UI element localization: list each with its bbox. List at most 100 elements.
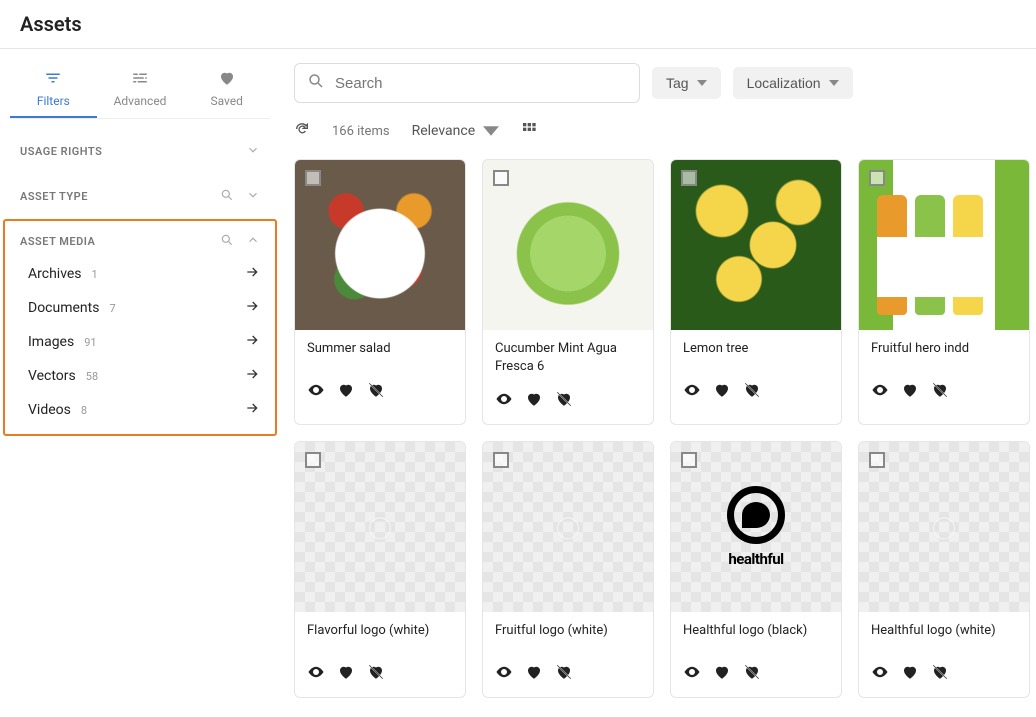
- select-checkbox[interactable]: [869, 170, 885, 186]
- media-label: Vectors: [28, 368, 76, 384]
- asset-title: Fruitful logo (white): [495, 622, 641, 640]
- main: Tag Localization 166 items Relevance Sum…: [280, 49, 1036, 712]
- btn-label: Tag: [666, 75, 689, 91]
- toolbar: 166 items Relevance: [294, 121, 1036, 141]
- select-checkbox[interactable]: [493, 170, 509, 186]
- topbar: Tag Localization: [294, 63, 1036, 103]
- tag-dropdown[interactable]: Tag: [652, 67, 721, 99]
- media-item-archives[interactable]: Archives1: [20, 264, 260, 284]
- caret-down-icon: [829, 78, 839, 88]
- heart-off-icon[interactable]: [367, 381, 385, 403]
- search-icon[interactable]: [220, 233, 234, 250]
- heart-icon: [218, 69, 236, 90]
- media-label: Images: [28, 334, 74, 350]
- filter-usage-rights[interactable]: USAGE RIGHTS: [0, 129, 280, 174]
- asset-thumbnail[interactable]: [859, 160, 1029, 330]
- heart-icon[interactable]: [713, 381, 731, 403]
- heart-off-icon[interactable]: [555, 390, 573, 412]
- media-count: 8: [81, 404, 87, 417]
- search-box[interactable]: [294, 63, 640, 103]
- filter-asset-type[interactable]: ASSET TYPE: [0, 174, 280, 219]
- item-count: 166 items: [332, 124, 390, 139]
- heart-off-icon[interactable]: [931, 663, 949, 685]
- asset-card[interactable]: Lemon tree: [670, 159, 842, 425]
- media-count: 58: [86, 370, 98, 383]
- arrow-right-icon: [244, 400, 260, 420]
- filter-label: ASSET TYPE: [20, 190, 88, 203]
- media-item-videos[interactable]: Videos 8: [20, 400, 260, 420]
- asset-thumbnail[interactable]: healthful: [671, 442, 841, 612]
- refresh-button[interactable]: [294, 121, 310, 141]
- search-input[interactable]: [335, 75, 627, 92]
- asset-card[interactable]: Cucumber Mint Agua Fresca 6: [482, 159, 654, 425]
- heart-icon[interactable]: [337, 663, 355, 685]
- tab-advanced[interactable]: Advanced: [97, 61, 184, 118]
- media-label: Videos: [28, 402, 71, 418]
- sliders-icon: [131, 69, 149, 90]
- filter-icon: [44, 69, 62, 90]
- arrow-right-icon: [244, 366, 260, 386]
- media-item-vectors[interactable]: Vectors 58: [20, 366, 260, 386]
- eye-icon[interactable]: [683, 381, 701, 403]
- eye-icon[interactable]: [307, 381, 325, 403]
- heart-icon[interactable]: [337, 381, 355, 403]
- asset-card[interactable]: Fruitful hero indd: [858, 159, 1030, 425]
- asset-thumbnail[interactable]: [295, 160, 465, 330]
- heart-icon[interactable]: [901, 381, 919, 403]
- asset-grid: Summer salad Cucumber Mint Agua Fresca 6 L…: [294, 159, 1036, 698]
- filter-label: ASSET MEDIA: [20, 235, 95, 248]
- eye-icon[interactable]: [683, 663, 701, 685]
- search-icon[interactable]: [220, 188, 234, 205]
- heart-off-icon[interactable]: [555, 663, 573, 685]
- sidebar-tabs: Filters Advanced Saved: [10, 61, 270, 119]
- asset-card[interactable]: healthfulHealthful logo (black): [670, 441, 842, 698]
- media-item-documents[interactable]: Documents7: [20, 298, 260, 318]
- asset-thumbnail[interactable]: [671, 160, 841, 330]
- asset-card[interactable]: ◯ Fruitful logo (white): [482, 441, 654, 698]
- media-count: 1: [92, 268, 98, 281]
- asset-title: Cucumber Mint Agua Fresca 6: [495, 340, 641, 376]
- heart-icon[interactable]: [901, 663, 919, 685]
- media-item-images[interactable]: Images91: [20, 332, 260, 352]
- btn-label: Localization: [747, 75, 821, 91]
- eye-icon[interactable]: [495, 390, 513, 412]
- tab-saved[interactable]: Saved: [183, 61, 270, 118]
- heart-off-icon[interactable]: [367, 663, 385, 685]
- asset-title: Healthful logo (white): [871, 622, 1017, 640]
- asset-title: Flavorful logo (white): [307, 622, 453, 640]
- heart-off-icon[interactable]: [743, 381, 761, 403]
- asset-thumbnail[interactable]: ◯: [483, 442, 653, 612]
- eye-icon[interactable]: [495, 663, 513, 685]
- asset-card[interactable]: Summer salad: [294, 159, 466, 425]
- media-count: 7: [109, 302, 115, 315]
- heart-icon[interactable]: [525, 663, 543, 685]
- tab-filters[interactable]: Filters: [10, 61, 97, 118]
- select-checkbox[interactable]: [869, 452, 885, 468]
- localization-dropdown[interactable]: Localization: [733, 67, 853, 99]
- asset-thumbnail[interactable]: [483, 160, 653, 330]
- select-checkbox[interactable]: [681, 452, 697, 468]
- select-checkbox[interactable]: [493, 452, 509, 468]
- sort-dropdown[interactable]: Relevance: [412, 123, 500, 139]
- asset-thumbnail[interactable]: ◯: [859, 442, 1029, 612]
- select-checkbox[interactable]: [305, 170, 321, 186]
- asset-card[interactable]: ◯ Healthful logo (white): [858, 441, 1030, 698]
- grid-view-button[interactable]: [521, 121, 537, 141]
- select-checkbox[interactable]: [681, 170, 697, 186]
- eye-icon[interactable]: [307, 663, 325, 685]
- asset-card[interactable]: ◯ Flavorful logo (white): [294, 441, 466, 698]
- heart-icon[interactable]: [713, 663, 731, 685]
- asset-media-list: Archives1 Documents7 Images91 Vectors 58 Vide…: [20, 264, 260, 420]
- select-checkbox[interactable]: [305, 452, 321, 468]
- layout: Filters Advanced Saved USAGE RIGHTS ASSE…: [0, 49, 1036, 712]
- heart-off-icon[interactable]: [931, 381, 949, 403]
- chevron-down-icon: [246, 188, 260, 205]
- sort-label: Relevance: [412, 123, 476, 139]
- heart-icon[interactable]: [525, 390, 543, 412]
- heart-off-icon[interactable]: [743, 663, 761, 685]
- eye-icon[interactable]: [871, 381, 889, 403]
- caret-down-icon: [697, 78, 707, 88]
- asset-thumbnail[interactable]: ◯: [295, 442, 465, 612]
- eye-icon[interactable]: [871, 663, 889, 685]
- filter-asset-media-header[interactable]: ASSET MEDIA: [20, 233, 260, 250]
